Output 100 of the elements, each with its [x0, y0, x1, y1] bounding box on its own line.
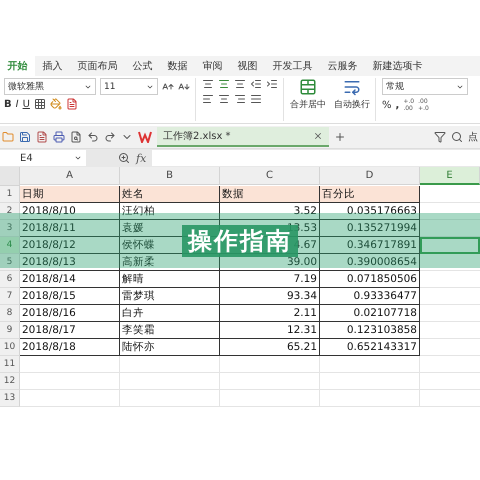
ribbon-tab[interactable]: 开始: [0, 56, 35, 76]
save-icon[interactable]: [19, 131, 31, 143]
table-cell: 李笑霜: [120, 322, 220, 339]
caret-icon[interactable]: [74, 154, 82, 162]
undo-icon[interactable]: [87, 131, 99, 143]
table-cell: 高新柔: [120, 254, 220, 271]
borders-icon[interactable]: [34, 98, 46, 110]
table-cell: 0.123103858: [320, 322, 420, 339]
table-cell: 2018/8/14: [20, 271, 120, 288]
row-header[interactable]: 11: [0, 356, 20, 373]
export-icon[interactable]: [36, 131, 48, 143]
table-cell: 0.035176663: [320, 203, 420, 220]
table-cell: 2018/8/11: [20, 220, 120, 237]
redo-icon[interactable]: [104, 131, 116, 143]
table-cell: 日期: [20, 186, 120, 203]
document-tab[interactable]: 工作簿2.xlsx *: [157, 127, 329, 147]
table-cell: 12.31: [220, 322, 320, 339]
number-format-select[interactable]: 常规: [382, 78, 468, 95]
align-center-icon[interactable]: [218, 93, 230, 105]
row-header[interactable]: 13: [0, 390, 20, 407]
close-icon[interactable]: [313, 131, 323, 141]
table-cell: 3.52: [220, 203, 320, 220]
bold-button[interactable]: B: [4, 98, 12, 110]
indent-decrease-icon[interactable]: [250, 78, 262, 90]
ribbon-tab[interactable]: 插入: [35, 56, 70, 76]
row-header[interactable]: 12: [0, 373, 20, 390]
row-header[interactable]: 6: [0, 271, 20, 288]
align-left-icon[interactable]: [202, 93, 214, 105]
column-header[interactable]: B: [120, 167, 220, 185]
table-cell: 百分比: [320, 186, 420, 203]
cell-reference-field[interactable]: E4: [0, 150, 86, 166]
italic-button[interactable]: I: [16, 98, 19, 110]
function-label[interactable]: fx: [136, 152, 146, 164]
table-cell: 数据: [220, 186, 320, 203]
column-header[interactable]: E: [420, 167, 480, 185]
column-header[interactable]: C: [220, 167, 320, 185]
ribbon-tab[interactable]: 页面布局: [70, 56, 125, 76]
merge-cells-icon[interactable]: [299, 78, 317, 96]
table-cell: 雷梦琪: [120, 288, 220, 305]
table-cell: 姓名: [120, 186, 220, 203]
font-select[interactable]: 微软雅黑: [4, 78, 96, 95]
align-middle-icon[interactable]: [218, 78, 230, 90]
row-header[interactable]: 9: [0, 322, 20, 339]
logo-icon[interactable]: [138, 131, 152, 143]
table-cell: 白卉: [120, 305, 220, 322]
merge-center-button[interactable]: 合并居中: [290, 78, 326, 121]
align-bottom-icon[interactable]: [234, 78, 246, 90]
table-cell: 汪幻柏: [120, 203, 220, 220]
filter-icon[interactable]: [434, 131, 446, 143]
ribbon-tab[interactable]: 云服务: [320, 56, 365, 76]
row-header[interactable]: 10: [0, 339, 20, 356]
column-header[interactable]: A: [20, 167, 120, 185]
decrease-font-icon[interactable]: [178, 80, 190, 92]
ribbon-tab[interactable]: 开发工具: [265, 56, 320, 76]
table-cell: 2018/8/18: [20, 339, 120, 356]
table-cell: 0.02107718: [320, 305, 420, 322]
percent-button[interactable]: %: [382, 100, 392, 110]
zoom-icon[interactable]: [118, 152, 130, 164]
ribbon-tab[interactable]: 新建选项卡: [365, 56, 430, 76]
table-cell: 93.34: [220, 288, 320, 305]
formula-field[interactable]: [152, 150, 480, 166]
wrap-text-button[interactable]: 自动换行: [334, 78, 370, 121]
font-size-select[interactable]: 11: [100, 78, 158, 95]
selected-cell[interactable]: [420, 237, 480, 254]
align-top-icon[interactable]: [202, 78, 214, 90]
ribbon-tab[interactable]: 数据: [160, 56, 195, 76]
search-icon[interactable]: [451, 131, 463, 143]
add-tab-icon[interactable]: [334, 131, 346, 143]
align-right-icon[interactable]: [234, 93, 246, 105]
table-cell: 0.071850506: [320, 271, 420, 288]
fill-color-icon[interactable]: [50, 98, 62, 110]
table-cell: 2.11: [220, 305, 320, 322]
table-cell: 0.93336477: [320, 288, 420, 305]
table-cell: 2018/8/13: [20, 254, 120, 271]
table-cell: 2018/8/15: [20, 288, 120, 305]
underline-button[interactable]: U: [22, 98, 30, 110]
table-cell: 陆怀亦: [120, 339, 220, 356]
search-label[interactable]: 点: [468, 130, 478, 144]
ribbon-tab[interactable]: 视图: [230, 56, 265, 76]
justify-icon[interactable]: [250, 93, 262, 105]
table-cell: 0.135271994: [320, 220, 420, 237]
table-cell: 0.346717891: [320, 237, 420, 254]
comma-button[interactable]: ,: [396, 100, 400, 110]
table-cell: 2018/8/12: [20, 237, 120, 254]
row-header[interactable]: 1: [0, 186, 20, 203]
column-header[interactable]: D: [320, 167, 420, 185]
table-cell: 2018/8/16: [20, 305, 120, 322]
ribbon-tab[interactable]: 审阅: [195, 56, 230, 76]
row-header[interactable]: 7: [0, 288, 20, 305]
print-icon[interactable]: [53, 131, 65, 143]
table-cell: 65.21: [220, 339, 320, 356]
row-header[interactable]: 2: [0, 203, 20, 220]
increase-font-icon[interactable]: [162, 80, 174, 92]
preview-icon[interactable]: [70, 131, 82, 143]
table-cell: 2018/8/17: [20, 322, 120, 339]
indent-increase-icon[interactable]: [266, 78, 278, 90]
ribbon-tab[interactable]: 公式: [125, 56, 160, 76]
wrap-text-icon[interactable]: [343, 78, 361, 96]
row-header[interactable]: 8: [0, 305, 20, 322]
table-cell: 解晴: [120, 271, 220, 288]
